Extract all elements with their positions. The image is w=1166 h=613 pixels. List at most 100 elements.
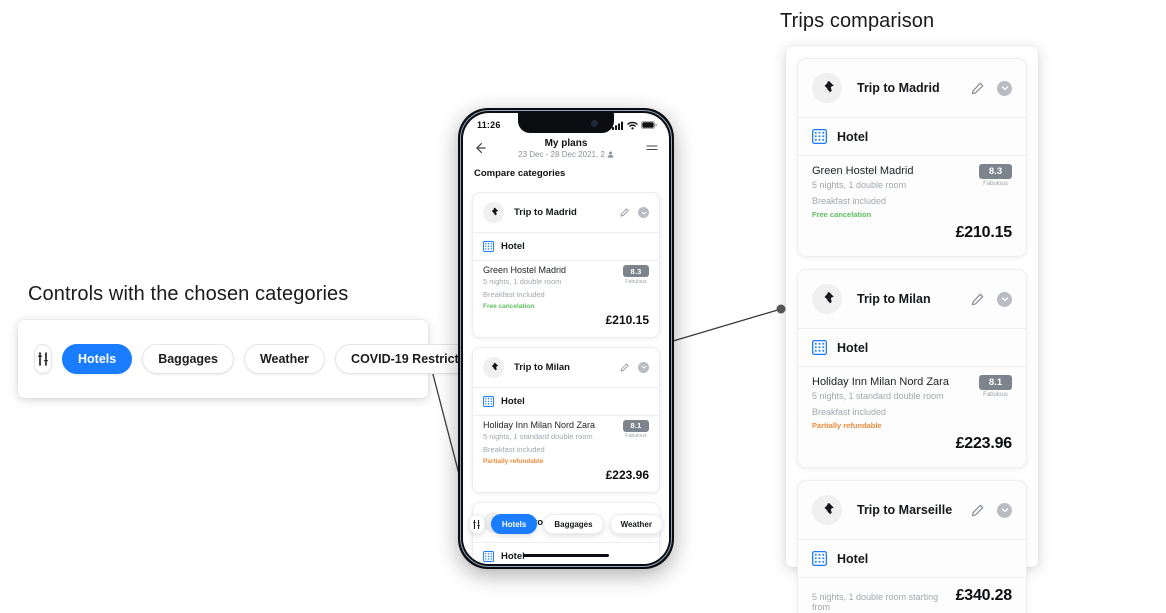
trip-dates-text: 23 Dec - 28 Dec 2021, 2 bbox=[518, 150, 605, 159]
pin-icon bbox=[823, 292, 834, 305]
starting-from-label: 5 nights, 1 double room starting from bbox=[812, 592, 939, 612]
phone-mockup: 11:26 My plans 23 Dec - 28 Dec 2021, 2 C… bbox=[458, 108, 674, 569]
status-time: 11:26 bbox=[477, 120, 501, 130]
chip-weather[interactable]: Weather bbox=[243, 344, 326, 374]
refund-status: Free cancelation bbox=[483, 302, 535, 310]
sliders-icon bbox=[38, 352, 48, 366]
compare-categories-heading: Compare categories bbox=[474, 168, 566, 179]
signal-bars-icon bbox=[612, 121, 623, 130]
hotel-offer: 8.1 Fabulous Holiday Inn Milan Nord Zara… bbox=[473, 416, 659, 492]
hotel-icon bbox=[812, 551, 827, 566]
phone-chip-baggages[interactable]: Baggages bbox=[543, 514, 604, 534]
pin-icon-wrap bbox=[812, 495, 842, 525]
header-titles: My plans 23 Dec - 28 Dec 2021, 2 bbox=[492, 138, 640, 159]
hotel-offer: 8.3 Fabulous Green Hostel Madrid 5 night… bbox=[473, 261, 659, 337]
price: £210.15 bbox=[605, 312, 649, 327]
status-bar: 11:26 bbox=[463, 113, 669, 135]
controls-panel: Hotels Baggages Weather COVID-19 Restric… bbox=[18, 320, 501, 398]
page-title: My plans bbox=[544, 138, 588, 149]
edit-pencil-icon[interactable] bbox=[620, 363, 629, 372]
trip-card[interactable]: Trip to Marseille bbox=[797, 480, 1027, 613]
chevron-down-icon bbox=[1001, 297, 1008, 302]
trips-comparison-panel: Trip to Madrid Hotel 8.3 Fabulous Green … bbox=[786, 46, 1038, 613]
chip-hotels[interactable]: Hotels bbox=[62, 344, 133, 374]
category-row: Hotel bbox=[798, 118, 1026, 155]
edit-pencil-icon[interactable] bbox=[971, 82, 984, 95]
rating: 8.3 Fabulous bbox=[979, 164, 1012, 187]
edit-pencil-icon[interactable] bbox=[971, 293, 984, 306]
collapse-button[interactable] bbox=[638, 207, 649, 218]
pin-icon-wrap bbox=[483, 202, 504, 223]
rating-score: 8.1 bbox=[623, 419, 649, 432]
trip-card-header: Trip to Madrid bbox=[473, 193, 659, 232]
category-label: Hotel bbox=[501, 550, 525, 562]
collapse-button[interactable] bbox=[997, 80, 1012, 96]
trip-name: Trip to Milan bbox=[514, 361, 570, 373]
filter-sliders-button[interactable] bbox=[34, 344, 52, 374]
category-label: Hotel bbox=[501, 395, 525, 407]
battery-icon bbox=[641, 121, 657, 129]
collapse-button[interactable] bbox=[638, 361, 649, 373]
trip-card-actions bbox=[971, 502, 1012, 518]
trip-card[interactable]: Trip to Milan Hotel 8.1 Fabulous Holiday… bbox=[797, 269, 1027, 468]
phone-category-chipbar: Hotels Baggages Weather bbox=[469, 514, 663, 534]
hotel-offer: 8.1 Fabulous Holiday Inn Milan Nord Zara… bbox=[798, 367, 1026, 467]
trip-card[interactable]: Trip to Milan Hotel 8.1 Fabulous Holiday… bbox=[472, 346, 660, 493]
trip-name: Trip to Madrid bbox=[857, 81, 940, 95]
phone-card-list[interactable]: Trip to Madrid Hotel 8.3 Fabulous Green … bbox=[463, 192, 669, 564]
rating-score: 8.3 bbox=[623, 265, 649, 277]
category-row: Hotel bbox=[798, 540, 1026, 577]
phone-chip-weather[interactable]: Weather bbox=[609, 514, 663, 534]
person-icon bbox=[607, 151, 614, 158]
trip-dates: 23 Dec - 28 Dec 2021, 2 bbox=[492, 150, 640, 159]
trip-name: Trip to Marseille bbox=[857, 503, 953, 517]
rating-word: Fabulous bbox=[983, 392, 1008, 398]
back-arrow-icon[interactable] bbox=[474, 142, 486, 154]
starting-from-row: 5 nights, 1 double room starting from £3… bbox=[812, 587, 1012, 612]
hotel-breakfast: Breakfast included bbox=[483, 444, 545, 454]
hotel-offer: 5 nights, 1 double room starting from £3… bbox=[798, 578, 1026, 613]
trip-card-actions bbox=[620, 207, 649, 218]
pin-icon bbox=[823, 81, 834, 94]
edit-pencil-icon[interactable] bbox=[971, 504, 984, 517]
pin-icon bbox=[823, 503, 834, 516]
pin-icon bbox=[490, 362, 499, 372]
edit-pencil-icon[interactable] bbox=[620, 208, 629, 217]
sliders-icon bbox=[473, 519, 481, 529]
phone-filter-sliders-button[interactable] bbox=[469, 514, 485, 534]
refund-status: Free cancelation bbox=[812, 210, 872, 219]
phone-chip-hotels[interactable]: Hotels bbox=[490, 514, 538, 534]
trip-card-actions bbox=[971, 291, 1012, 307]
hamburger-menu-icon[interactable] bbox=[646, 143, 658, 153]
trip-card-actions bbox=[971, 80, 1012, 96]
screenshot-root: Trips comparison Controls with the chose… bbox=[0, 0, 1166, 613]
pin-icon-wrap bbox=[812, 73, 842, 103]
refund-status: Partially refundable bbox=[812, 421, 882, 430]
hotel-breakfast: Breakfast included bbox=[812, 406, 887, 417]
category-row: Hotel bbox=[798, 329, 1026, 366]
hotel-offer: 8.3 Fabulous Green Hostel Madrid 5 night… bbox=[798, 156, 1026, 256]
status-icons bbox=[612, 121, 657, 130]
phone-screen: 11:26 My plans 23 Dec - 28 Dec 2021, 2 C… bbox=[463, 113, 669, 564]
trip-card[interactable]: Trip to Madrid Hotel 8.3 Fabulous Green … bbox=[472, 192, 660, 338]
hotel-breakfast: Breakfast included bbox=[483, 289, 545, 299]
trip-card-header: Trip to Madrid bbox=[798, 59, 1026, 117]
chevron-down-icon bbox=[1001, 508, 1008, 513]
hotel-icon bbox=[812, 340, 827, 355]
rating-word: Fabulous bbox=[625, 433, 647, 440]
trip-card[interactable]: Trip to Madrid Hotel 8.3 Fabulous Green … bbox=[797, 58, 1027, 257]
chip-baggages[interactable]: Baggages bbox=[142, 344, 234, 374]
collapse-button[interactable] bbox=[997, 502, 1012, 518]
category-row: Hotel bbox=[473, 388, 659, 415]
price: £223.96 bbox=[955, 435, 1013, 452]
price: £340.28 bbox=[955, 587, 1013, 604]
trip-card-actions bbox=[620, 361, 649, 373]
price: £210.15 bbox=[955, 224, 1013, 241]
hotel-breakfast: Breakfast included bbox=[812, 195, 887, 206]
collapse-button[interactable] bbox=[997, 291, 1012, 307]
pin-icon bbox=[490, 207, 499, 217]
rating-word: Fabulous bbox=[625, 278, 647, 285]
category-row: Hotel bbox=[473, 233, 659, 260]
hotel-icon bbox=[483, 241, 494, 252]
pin-icon-wrap bbox=[483, 356, 504, 378]
